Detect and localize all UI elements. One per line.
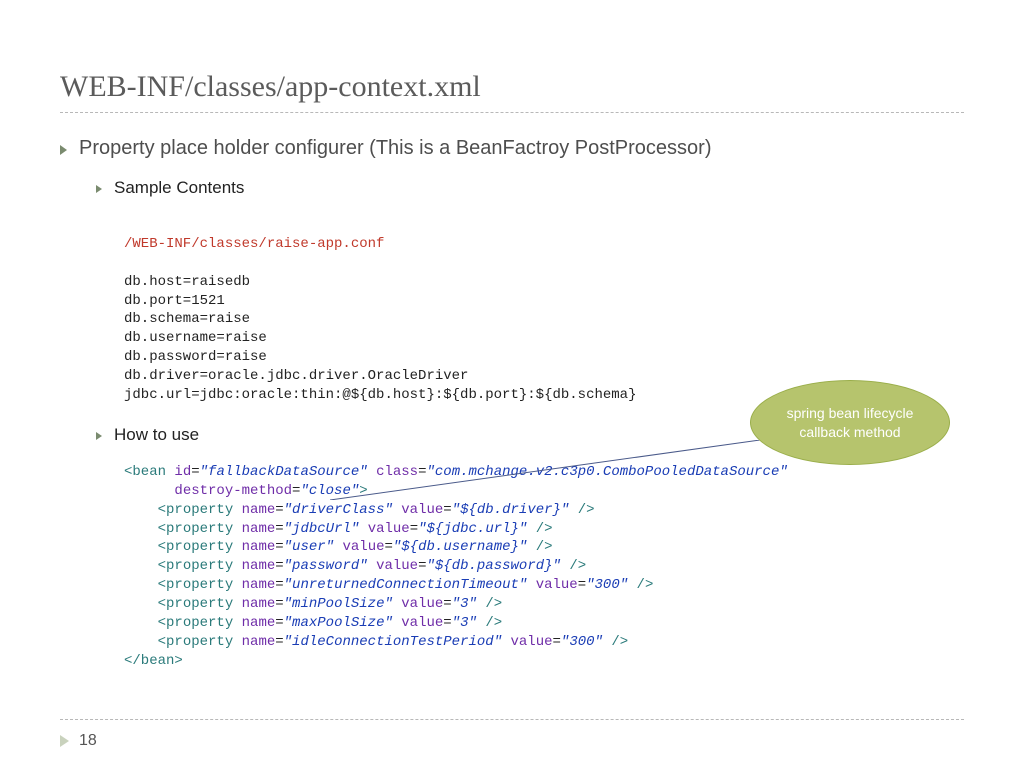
slide-footer: 18 bbox=[60, 732, 97, 750]
bullet-sample: Sample Contents bbox=[96, 178, 964, 198]
triangle-icon bbox=[60, 145, 67, 155]
bullet-main-text: Property place holder configurer (This i… bbox=[79, 137, 712, 160]
bullet-sample-text: Sample Contents bbox=[114, 178, 244, 198]
triangle-icon bbox=[60, 735, 69, 747]
callout-bubble: spring bean lifecycle callback method bbox=[750, 380, 950, 465]
conf-path: /WEB-INF/classes/raise-app.conf bbox=[124, 236, 384, 252]
bullet-main: Property place holder configurer (This i… bbox=[60, 137, 964, 160]
bullet-howto-text: How to use bbox=[114, 425, 199, 445]
page-number: 18 bbox=[79, 732, 97, 750]
triangle-icon bbox=[96, 432, 102, 440]
triangle-icon bbox=[96, 185, 102, 193]
xml-code-block: <bean id="fallbackDataSource" class="com… bbox=[124, 463, 964, 671]
slide-title: WEB-INF/classes/app-context.xml bbox=[60, 70, 964, 113]
conf-code-block: /WEB-INF/classes/raise-app.conf db.host=… bbox=[124, 216, 964, 405]
footer-divider bbox=[60, 719, 964, 720]
